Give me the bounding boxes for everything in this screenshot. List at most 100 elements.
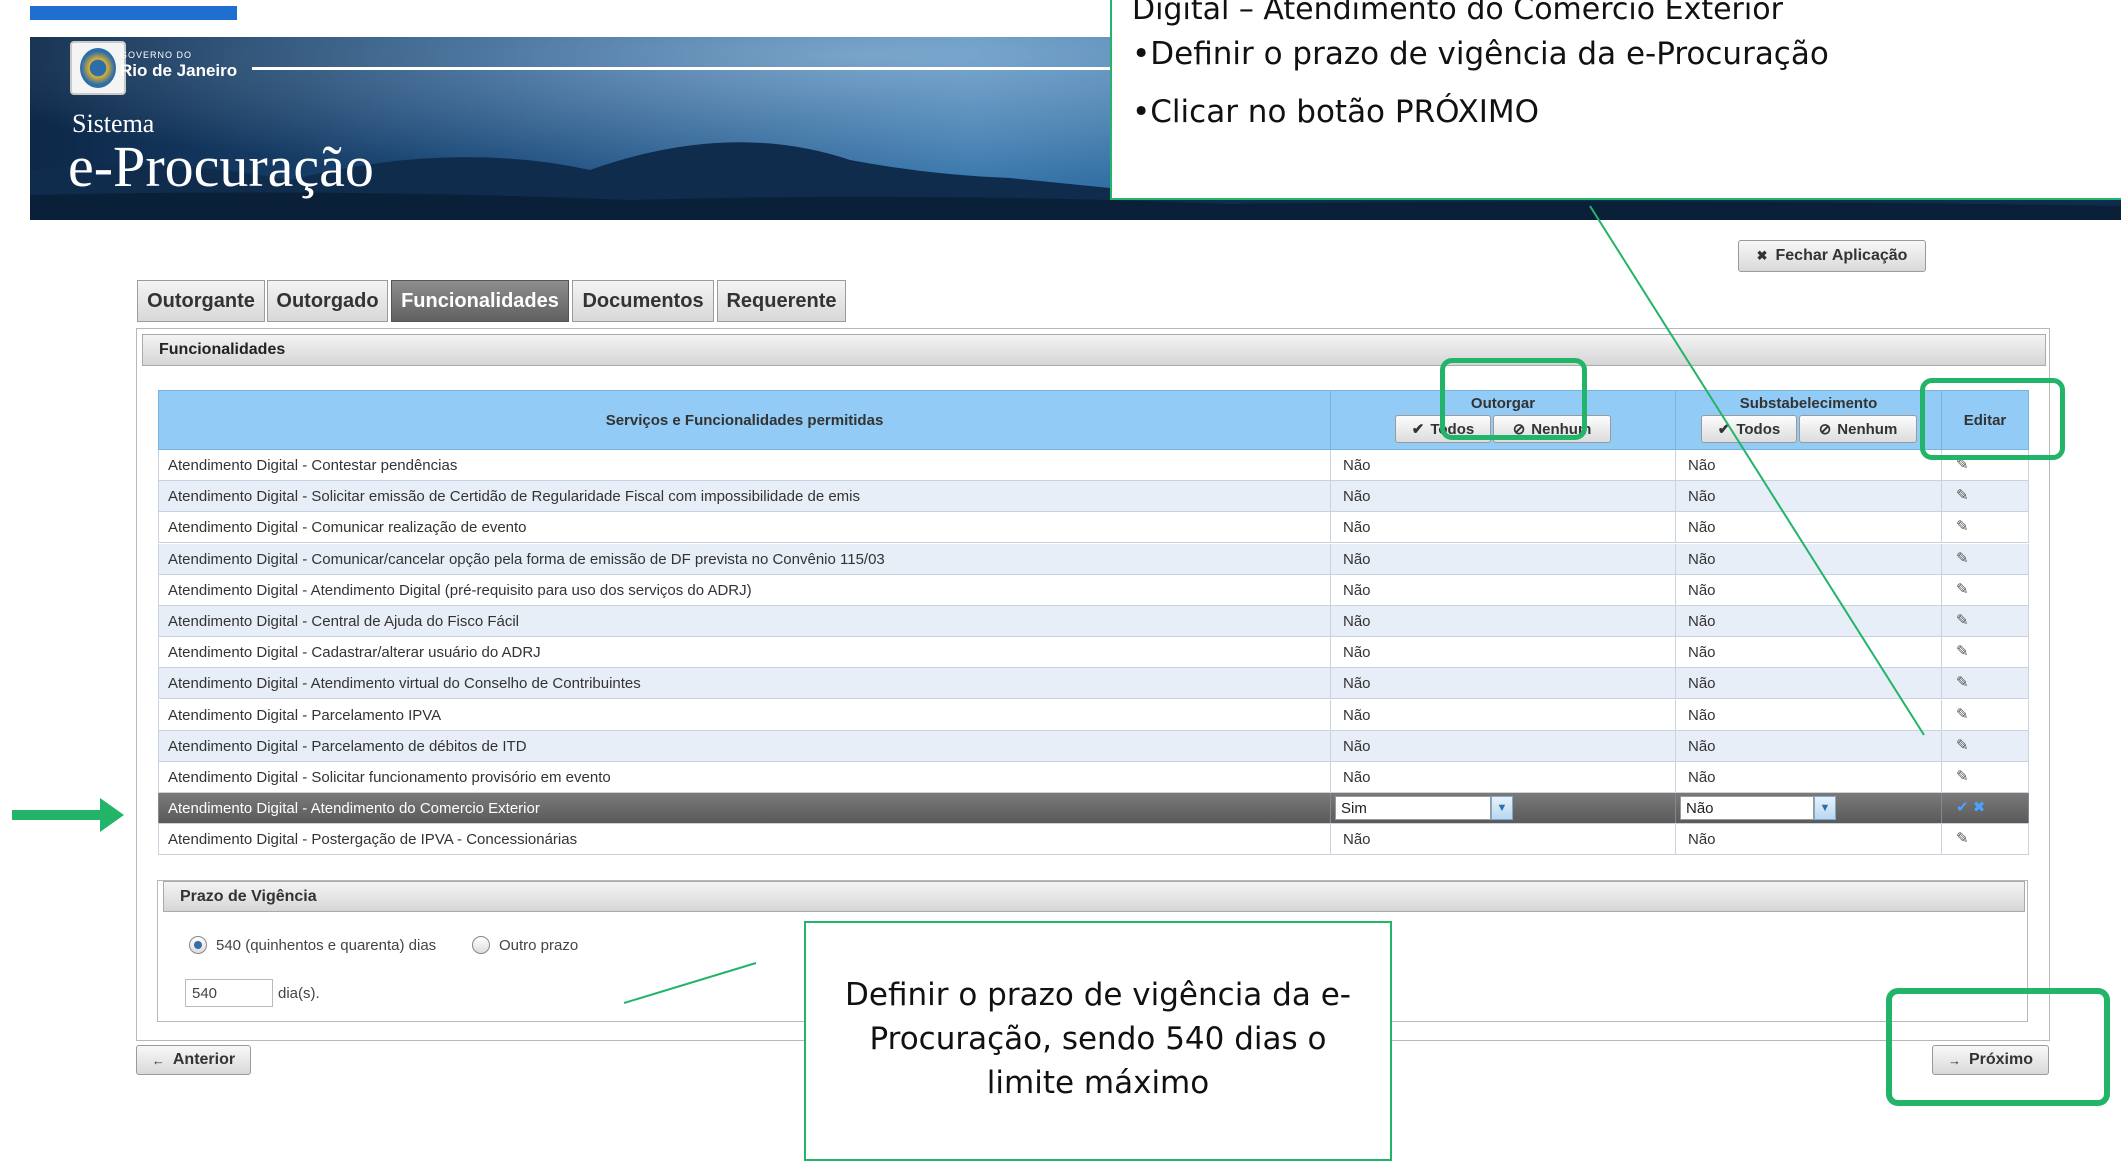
edit-pencil-icon[interactable]: ✎ — [1956, 673, 1969, 691]
table-row[interactable]: Atendimento Digital - Parcelamento IPVA N… — [158, 700, 2029, 731]
subst-value: Não — [1688, 582, 1716, 599]
tab-documentos[interactable]: Documentos — [572, 280, 714, 322]
table-row[interactable]: Atendimento Digital - Postergação de IPV… — [158, 824, 2029, 855]
service-name: Atendimento Digital - Parcelamento de dé… — [168, 738, 527, 755]
col-header-services: Serviços e Funcionalidades permitidas — [158, 390, 1331, 450]
service-name: Atendimento Digital - Cadastrar/alterar … — [168, 644, 541, 661]
service-name: Atendimento Digital - Atendimento Digita… — [168, 582, 752, 599]
table-row[interactable]: Atendimento Digital - Cadastrar/alterar … — [158, 637, 2029, 668]
tab-outorgante[interactable]: Outorgante — [137, 280, 265, 322]
edit-pencil-icon[interactable]: ✎ — [1956, 486, 1969, 504]
column-divider — [1941, 668, 1942, 698]
subst-todos-button[interactable]: ✔ Todos — [1701, 415, 1797, 443]
table-row[interactable]: Atendimento Digital - Parcelamento de dé… — [158, 731, 2029, 762]
vigencia-title: Prazo de Vigência — [163, 881, 2025, 912]
column-divider — [2028, 606, 2029, 636]
chevron-down-icon[interactable]: ▼ — [1814, 796, 1836, 820]
column-divider — [2028, 668, 2029, 698]
column-divider — [1941, 481, 1942, 511]
column-divider — [158, 575, 159, 605]
radio-outro-prazo[interactable] — [472, 936, 490, 954]
column-divider — [1330, 700, 1331, 730]
confirm-cancel-icon[interactable]: ✔ ✖ — [1956, 798, 1985, 816]
table-row[interactable]: Atendimento Digital - Comunicar realizaç… — [158, 512, 2029, 543]
column-divider — [1330, 450, 1331, 480]
column-divider — [1675, 512, 1676, 542]
column-divider — [1330, 762, 1331, 792]
column-divider — [1675, 700, 1676, 730]
column-divider — [1941, 731, 1942, 761]
edit-pencil-icon[interactable]: ✎ — [1956, 705, 1969, 723]
banner-rule — [252, 67, 1112, 70]
subst-select[interactable]: Não — [1680, 796, 1814, 820]
arrow-left-icon: ← — [151, 1052, 165, 1068]
subst-value: Não — [1688, 738, 1716, 755]
column-divider — [1675, 668, 1676, 698]
highlight-next-button — [1886, 988, 2110, 1106]
column-divider — [1675, 481, 1676, 511]
tab-outorgado[interactable]: Outorgado — [267, 280, 388, 322]
chevron-down-icon[interactable]: ▼ — [1491, 796, 1513, 820]
edit-pencil-icon[interactable]: ✎ — [1956, 829, 1969, 847]
highlight-editar — [1920, 378, 2065, 460]
table-row[interactable]: Atendimento Digital - Solicitar funciona… — [158, 762, 2029, 793]
table-row[interactable]: Atendimento Digital - Atendimento Digita… — [158, 575, 2029, 606]
column-divider — [1330, 637, 1331, 667]
column-divider — [158, 700, 159, 730]
subst-value: Não — [1688, 457, 1716, 474]
edit-pencil-icon[interactable]: ✎ — [1956, 580, 1969, 598]
column-divider — [2028, 762, 2029, 792]
edit-pencil-icon[interactable]: ✎ — [1956, 549, 1969, 567]
column-divider — [1330, 824, 1331, 854]
instruction-callout-top: Digital – Atendimento do Comercio Exteri… — [1110, 0, 2121, 200]
column-divider — [158, 762, 159, 792]
table-row[interactable]: Atendimento Digital - Central de Ajuda d… — [158, 606, 2029, 637]
instruction-callout-bottom: Definir o prazo de vigência da e-Procura… — [804, 921, 1392, 1161]
column-divider — [1675, 762, 1676, 792]
edit-pencil-icon[interactable]: ✎ — [1956, 767, 1969, 785]
tab-requerente[interactable]: Requerente — [717, 280, 846, 322]
subst-nenhum-button[interactable]: ⊘ Nenhum — [1799, 415, 1917, 443]
column-divider — [1675, 637, 1676, 667]
table-row[interactable]: Atendimento Digital - Solicitar emissão … — [158, 481, 2029, 512]
column-divider — [1941, 700, 1942, 730]
radio-540-label: 540 (quinhentos e quarenta) dias — [216, 937, 437, 954]
days-unit-label: dia(s). — [278, 985, 320, 1002]
column-divider — [158, 544, 159, 574]
outorgar-select[interactable]: Sim — [1335, 796, 1491, 820]
close-icon: ✖ — [1756, 248, 1768, 263]
column-divider — [158, 637, 159, 667]
service-name: Atendimento Digital - Contestar pendênci… — [168, 457, 458, 474]
subst-value: Não — [1688, 551, 1716, 568]
column-divider — [158, 481, 159, 511]
radio-540-days[interactable] — [189, 936, 207, 954]
todos-label: Todos — [1736, 420, 1781, 438]
outorgar-value: Não — [1343, 613, 1371, 630]
edit-pencil-icon[interactable]: ✎ — [1956, 736, 1969, 754]
column-divider — [1330, 512, 1331, 542]
system-title: e-Procuração — [68, 134, 374, 199]
col-subst-label: Substabelecimento — [1739, 395, 1878, 412]
column-divider — [1941, 575, 1942, 605]
section-title: Funcionalidades — [142, 334, 2046, 366]
column-divider — [1330, 481, 1331, 511]
edit-pencil-icon[interactable]: ✎ — [1956, 642, 1969, 660]
table-row[interactable]: Atendimento Digital - Contestar pendênci… — [158, 450, 2029, 481]
column-divider — [2028, 481, 2029, 511]
outorgar-value: Não — [1343, 675, 1371, 692]
tab-funcionalidades[interactable]: Funcionalidades — [391, 280, 569, 322]
table-row[interactable]: Atendimento Digital - Atendimento virtua… — [158, 668, 2029, 699]
column-divider — [158, 824, 159, 854]
column-divider — [1330, 606, 1331, 636]
previous-button[interactable]: ← Anterior — [136, 1045, 251, 1075]
edit-pencil-icon[interactable]: ✎ — [1956, 611, 1969, 629]
edit-pencil-icon[interactable]: ✎ — [1956, 517, 1969, 535]
close-app-button[interactable]: ✖ Fechar Aplicação — [1738, 240, 1926, 272]
column-divider — [158, 668, 159, 698]
table-row-selected[interactable]: Atendimento Digital - Atendimento do Com… — [158, 793, 2029, 824]
top-accent-bar — [30, 6, 237, 20]
subst-value: Não — [1688, 831, 1716, 848]
column-divider — [2028, 793, 2029, 823]
table-row[interactable]: Atendimento Digital - Comunicar/cancelar… — [158, 544, 2029, 575]
days-input[interactable]: 540 — [185, 979, 273, 1007]
